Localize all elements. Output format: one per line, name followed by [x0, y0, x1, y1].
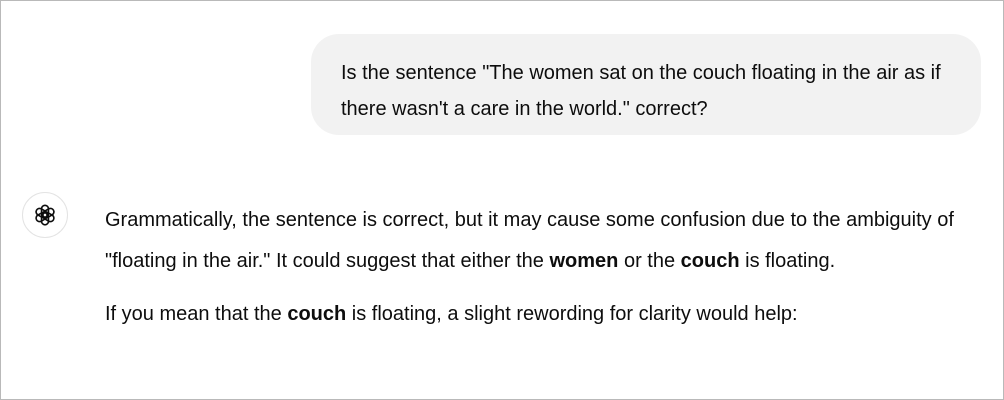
user-message-text: Is the sentence "The women sat on the co…	[341, 62, 941, 120]
openai-logo-icon	[35, 204, 55, 226]
chat-window: Is the sentence "The women sat on the co…	[0, 0, 1004, 400]
assistant-text: is floating.	[739, 250, 836, 272]
assistant-avatar	[22, 192, 68, 238]
bold-word: couch	[680, 250, 740, 272]
assistant-message: Grammatically, the sentence is correct, …	[105, 200, 985, 335]
assistant-paragraph: Grammatically, the sentence is correct, …	[105, 200, 985, 282]
assistant-text: is floating, a slight rewording for clar…	[346, 303, 798, 325]
bold-word: women	[549, 250, 619, 272]
user-message-bubble: Is the sentence "The women sat on the co…	[311, 34, 981, 135]
assistant-text: or the	[618, 250, 681, 272]
bold-word: couch	[287, 303, 347, 325]
assistant-text: If you mean that the	[105, 303, 288, 325]
assistant-paragraph: If you mean that the couch is floating, …	[105, 294, 985, 335]
